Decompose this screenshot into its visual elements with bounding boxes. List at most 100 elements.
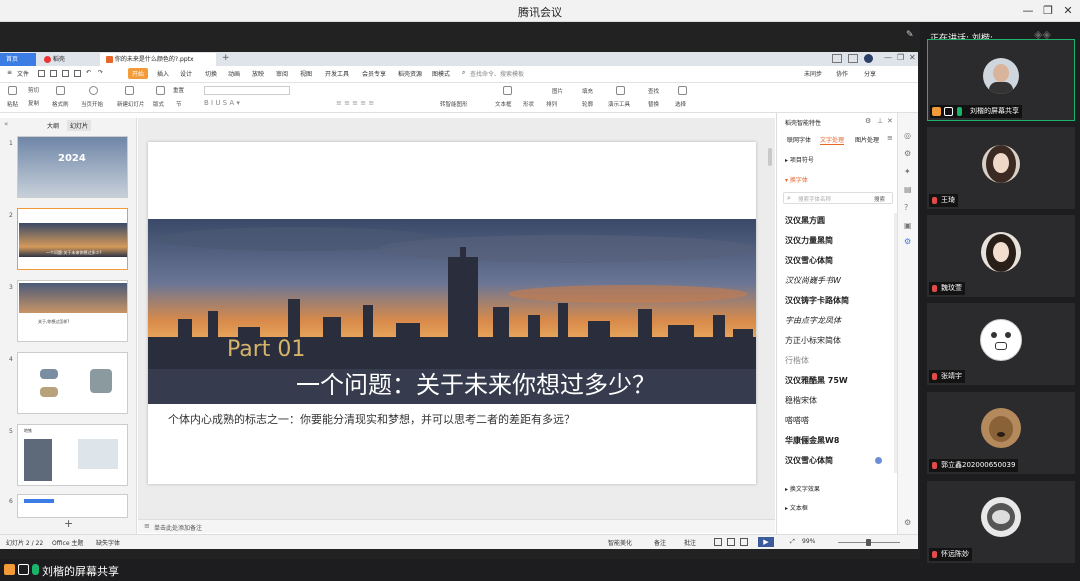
sync-status[interactable]: 未同步 — [804, 69, 822, 78]
sorter-view-icon[interactable] — [727, 538, 735, 546]
notes-bar[interactable]: ≡ 单击此处添加备注 — [138, 519, 775, 533]
font-format-tools[interactable]: B I U S A ▾ — [204, 99, 324, 108]
participant-card[interactable]: 王琦 — [927, 127, 1075, 209]
tab-docer[interactable]: 稻壳 — [38, 53, 96, 66]
search-icon[interactable]: ⌕ — [462, 69, 465, 77]
cut-button[interactable]: 剪切 — [28, 86, 39, 94]
find-button[interactable]: 查找 — [648, 87, 659, 95]
participant-card[interactable]: 刘楷的屏幕共享 — [927, 39, 1075, 121]
layout-grid-icon[interactable] — [156, 86, 165, 95]
font-item[interactable]: 汉仪尚巍手书W — [785, 275, 841, 286]
menu-hamburger-icon[interactable]: ≡ — [7, 69, 12, 76]
font-item[interactable]: 行楷体 — [785, 355, 809, 366]
menu-home[interactable]: 开始 — [128, 68, 149, 79]
text-box-button[interactable]: 文本框 — [495, 100, 512, 108]
slides-tab[interactable]: 幻灯片 — [67, 120, 92, 131]
font-item[interactable]: 汉仪黑方圆 — [785, 215, 825, 226]
paste-button[interactable]: 粘贴 — [7, 100, 18, 108]
participant-card[interactable]: 张靖宇 — [927, 303, 1075, 385]
preview-icon[interactable] — [74, 70, 81, 77]
panel-tab-online-fonts[interactable]: 联网字体 — [787, 135, 811, 144]
redo-icon[interactable]: ↷ — [98, 69, 103, 76]
zoom-slider-handle[interactable] — [866, 539, 871, 546]
menu-developer[interactable]: 开发工具 — [325, 69, 349, 78]
slide-thumbnail-4[interactable] — [17, 352, 128, 414]
slide-body-text[interactable]: 个体内心成熟的标志之一：你要能分清现实和梦想，并可以思考二者的差距有多远？ — [168, 411, 575, 427]
menu-docer-resources[interactable]: 稻壳资源 — [398, 69, 422, 78]
menu-design[interactable]: 设计 — [180, 69, 192, 78]
start-from-current-button[interactable]: 当页开始 — [81, 100, 103, 108]
font-item[interactable]: 汉仪力量黑简 — [785, 235, 833, 246]
sidebar-font-icon[interactable]: ⚙ — [904, 237, 911, 246]
font-item[interactable]: 汉仪雪心体简 — [785, 255, 833, 266]
paste-icon[interactable] — [8, 86, 17, 95]
arrange-button[interactable]: 排列 — [546, 100, 557, 108]
wps-close-icon[interactable]: ✕ — [909, 53, 916, 62]
participant-card[interactable]: 魏玟萱 — [927, 215, 1075, 297]
outline-button[interactable]: 轮廓 — [582, 100, 593, 108]
close-icon[interactable]: ✕ — [1060, 3, 1076, 19]
comments-toggle-button[interactable]: 批注 — [684, 538, 696, 547]
slide-thumbnail-5[interactable]: 地铁 — [17, 424, 128, 486]
text-box-icon[interactable] — [503, 86, 512, 95]
new-tab-icon[interactable]: + — [222, 53, 230, 63]
select-icon[interactable] — [678, 86, 687, 95]
share-button[interactable]: 分享 — [864, 69, 876, 78]
smart-beautify-button[interactable]: 智能美化 — [608, 538, 632, 547]
slide-part-label[interactable]: Part 01 — [227, 337, 305, 362]
menu-review[interactable]: 审阅 — [276, 69, 288, 78]
font-search-button[interactable]: 搜索 — [874, 195, 885, 203]
canvas-scrollbar[interactable] — [768, 148, 772, 166]
slide-thumbnail-6[interactable] — [17, 494, 128, 518]
panel-close-icon[interactable]: ✕ — [887, 117, 893, 125]
font-search-input[interactable]: ⌕ 搜索字体名称 搜索 — [783, 192, 893, 204]
grid-icon[interactable] — [848, 54, 858, 63]
presentation-tools-button[interactable]: 演示工具 — [608, 100, 630, 108]
menu-member[interactable]: 会员专享 — [362, 69, 386, 78]
notes-toggle-button[interactable]: 备注 — [654, 538, 666, 547]
download-icon[interactable] — [875, 457, 882, 464]
play-icon[interactable] — [89, 86, 98, 95]
layout-button[interactable]: 版式 — [153, 100, 164, 108]
sidebar-clipboard-icon[interactable]: ▤ — [904, 185, 912, 194]
collapse-panel-icon[interactable]: « — [4, 120, 8, 128]
notes-menu-icon[interactable]: ≡ — [144, 522, 150, 530]
panel-tab-text-processing[interactable]: 文字处理 — [820, 135, 845, 145]
paragraph-align-tools[interactable]: ≡ ≡ ≡ ≡ ≡ — [336, 99, 426, 108]
tab-home[interactable]: 首页 — [0, 53, 36, 66]
section-button[interactable]: 节 — [176, 100, 182, 108]
slide-hero-image[interactable]: Part 01 一个问题：关于未来你想过多少？ — [148, 219, 756, 404]
new-slide-button[interactable]: 新建幻灯片 — [117, 100, 145, 108]
command-search-input[interactable]: 查找命令、搜索模板 — [470, 69, 524, 78]
copy-button[interactable]: 复制 — [28, 99, 39, 107]
play-slideshow-icon[interactable]: ▶ — [758, 537, 774, 547]
picture-button[interactable]: 图片 — [552, 87, 563, 95]
section-bullets[interactable]: ▸ 项目符号 — [785, 155, 814, 164]
fit-window-icon[interactable]: ⤢ — [790, 538, 795, 546]
slide-headline[interactable]: 一个问题：关于未来你想过多少？ — [296, 365, 656, 400]
save-icon[interactable] — [38, 70, 45, 77]
sidebar-style-icon[interactable]: ◎ — [904, 131, 911, 140]
slide-thumbnail-1[interactable]: 2024 — [17, 136, 128, 198]
convert-smartart-button[interactable]: 转智能图形 — [440, 100, 468, 108]
slide-thumbnail-3[interactable]: 关于,你想过怎样? — [17, 280, 128, 342]
normal-view-icon[interactable] — [714, 538, 722, 546]
font-item[interactable]: 字由点字龙凤体 — [785, 315, 841, 326]
menu-transition[interactable]: 切换 — [205, 69, 217, 78]
participant-card[interactable]: 郭立鑫202000650039 — [927, 392, 1075, 474]
panel-settings-icon[interactable]: ⚙ — [865, 117, 871, 125]
section-text-effect[interactable]: ▸ 换文字效果 — [785, 484, 820, 493]
notes-placeholder[interactable]: 单击此处添加备注 — [154, 523, 202, 532]
panel-tab-image-processing[interactable]: 图片处理 — [855, 135, 879, 144]
select-button[interactable]: 选择 — [675, 100, 686, 108]
font-item[interactable]: 汉仪铸字卡路体简 — [785, 295, 849, 306]
sidebar-properties-icon[interactable]: ⚙ — [904, 149, 911, 158]
menu-file[interactable]: 文件 — [17, 69, 29, 78]
menu-animation[interactable]: 动画 — [228, 69, 240, 78]
font-item[interactable]: 稳楷宋体 — [785, 395, 817, 406]
sidebar-animation-icon[interactable]: ✦ — [904, 167, 911, 176]
replace-button[interactable]: 替换 — [648, 100, 659, 108]
reset-button[interactable]: 重置 — [173, 86, 184, 94]
slide-thumbnail-2[interactable]: 一个问题:关于未来你想过多少? — [17, 208, 128, 270]
new-slide-icon[interactable] — [125, 86, 134, 95]
